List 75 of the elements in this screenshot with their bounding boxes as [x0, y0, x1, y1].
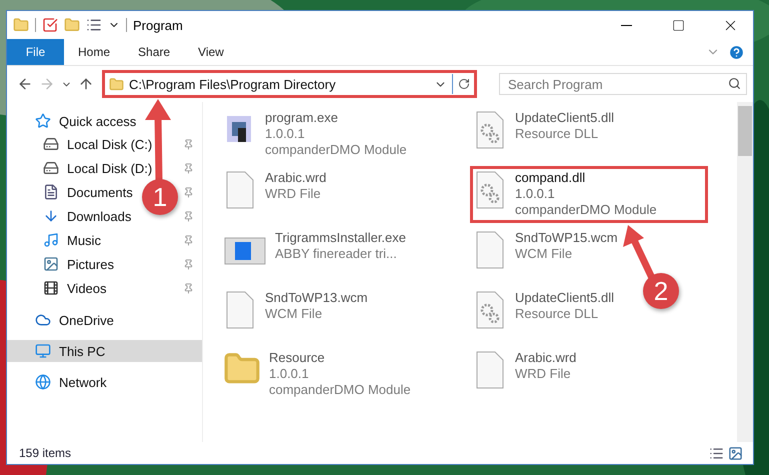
- properties-icon[interactable]: [86, 17, 102, 33]
- file-detail: companderDMO Module: [265, 142, 407, 158]
- file-detail: Resource DLL: [515, 306, 600, 322]
- search-field[interactable]: Search Program: [499, 73, 747, 95]
- sidebar-item[interactable]: Quick access: [59, 114, 136, 128]
- window-title: Program: [133, 18, 184, 32]
- large-icons-view-icon[interactable]: [728, 446, 743, 460]
- sidebar-item[interactable]: This PC: [59, 344, 106, 358]
- pin-icon[interactable]: [183, 186, 194, 198]
- file-detail: companderDMO Module: [269, 382, 411, 398]
- pin-icon[interactable]: [183, 234, 194, 246]
- maximize-icon: [672, 18, 684, 32]
- cloud-icon: [35, 312, 51, 328]
- file-detail: WCM File: [515, 246, 574, 262]
- music-note-icon: [43, 232, 59, 248]
- sidebar-item[interactable]: OneDrive: [59, 312, 114, 328]
- file-detail: 1.0.0.1: [515, 186, 556, 202]
- arrow: [623, 225, 656, 280]
- sidebar-item[interactable]: Documents: [67, 184, 133, 200]
- globe-icon: [35, 374, 51, 390]
- sidebar-item[interactable]: Videos: [67, 280, 107, 296]
- file-name[interactable]: compand.dll: [515, 170, 657, 186]
- file-detail: Resource DLL: [515, 126, 600, 142]
- drive-icon: [43, 160, 59, 176]
- minimize-icon: [620, 24, 632, 26]
- file-name[interactable]: Arabic.wrd: [515, 350, 576, 366]
- star-icon: [35, 113, 51, 129]
- search-icon: [728, 77, 741, 90]
- image-icon: [43, 256, 59, 272]
- sidebar-item[interactable]: Network: [59, 374, 107, 390]
- details-view-icon[interactable]: [709, 446, 724, 460]
- pin-icon[interactable]: [183, 162, 194, 174]
- file-name[interactable]: SndToWP15.wcm: [515, 230, 618, 246]
- file-detail: WRD File: [265, 186, 322, 202]
- pin-icon[interactable]: [183, 282, 194, 294]
- folder-icon[interactable]: [64, 17, 80, 33]
- ribbon-tab[interactable]: View: [184, 39, 238, 65]
- folder-icon: [109, 76, 124, 92]
- refresh-icon: [458, 78, 470, 90]
- file-detail: companderDMO Module: [515, 202, 657, 218]
- sidebar-item[interactable]: Pictures: [67, 256, 114, 272]
- checkbox-icon[interactable]: [42, 17, 58, 33]
- help-icon[interactable]: [728, 44, 745, 60]
- file-name[interactable]: SndToWP13.wcm: [265, 290, 368, 306]
- file-tab[interactable]: File: [7, 39, 64, 65]
- file-name[interactable]: UpdateClient5.dll: [515, 110, 614, 126]
- sidebar-item[interactable]: Music: [67, 232, 101, 248]
- item-count: 159 items: [19, 446, 72, 460]
- file-detail: 1.0.0.1: [269, 366, 310, 382]
- folder-icon[interactable]: [13, 17, 29, 33]
- file-name[interactable]: program.exe: [265, 110, 407, 126]
- file-detail: WRD File: [515, 366, 572, 382]
- sidebar-item[interactable]: Local Disk (C:): [67, 136, 152, 152]
- file-name[interactable]: UpdateClient5.dll: [515, 290, 614, 306]
- monitor-icon: [35, 343, 51, 359]
- file-detail: 1.0.0.1: [265, 126, 306, 142]
- pin-icon[interactable]: [183, 210, 194, 222]
- pin-icon[interactable]: [183, 258, 194, 270]
- pin-icon[interactable]: [183, 138, 194, 150]
- file-name[interactable]: TrigrammsInstaller.exe: [275, 230, 406, 246]
- file-detail: WCM File: [265, 306, 324, 322]
- file-detail: ABBY finereader tri...: [275, 246, 398, 262]
- up-button[interactable]: [78, 76, 94, 92]
- forward-button[interactable]: [39, 76, 55, 92]
- ribbon-tab[interactable]: Home: [64, 39, 124, 65]
- sidebar-item[interactable]: Downloads: [67, 208, 132, 224]
- document-icon: [43, 184, 59, 200]
- drive-icon: [43, 136, 59, 152]
- file-name[interactable]: Resource: [269, 350, 411, 366]
- back-button[interactable]: [17, 76, 33, 92]
- file-name[interactable]: Arabic.wrd: [265, 170, 326, 186]
- scrollbar[interactable]: [737, 102, 753, 442]
- ribbon-tab[interactable]: Share: [124, 39, 184, 65]
- film-icon: [43, 280, 59, 296]
- sidebar-item[interactable]: Local Disk (D:): [67, 160, 152, 176]
